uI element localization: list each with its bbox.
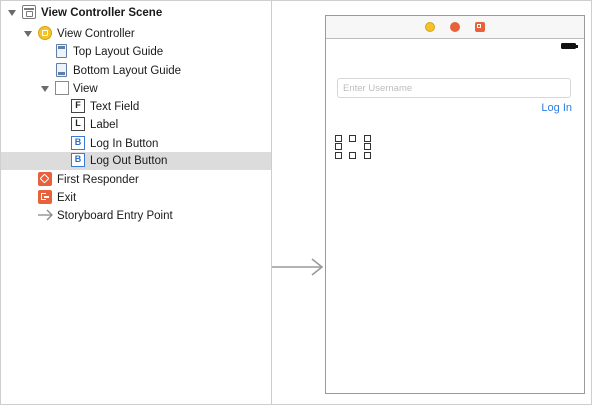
resize-handle[interactable] xyxy=(335,152,342,159)
disclosure-triangle-icon[interactable] xyxy=(24,31,32,37)
outline-item-label: Label xyxy=(90,119,119,131)
first-responder-icon xyxy=(38,172,52,186)
outline-item-label: View Controller xyxy=(57,28,135,40)
outline-row-view-controller[interactable]: View Controller xyxy=(1,25,271,43)
outline-item-label: First Responder xyxy=(57,174,139,186)
view-icon xyxy=(55,81,69,95)
outline-row-exit[interactable]: Exit xyxy=(1,189,271,207)
outline-item-label: Storyboard Entry Point xyxy=(57,210,173,222)
outline-item-label: Text Field xyxy=(90,101,140,113)
outline-item-label: Exit xyxy=(57,192,77,204)
outline-row-log-out-button[interactable]: B Log Out Button xyxy=(1,152,271,170)
storyboard-window: View Controller Scene View Controller To… xyxy=(0,0,592,405)
outline-item-label: Top Layout Guide xyxy=(73,46,164,58)
disclosure-triangle-icon[interactable] xyxy=(8,10,16,16)
label-icon: L xyxy=(71,117,85,131)
resize-handle[interactable] xyxy=(349,152,356,159)
exit-icon xyxy=(38,190,52,204)
log-out-button[interactable] xyxy=(335,135,371,159)
outline-row-view[interactable]: View xyxy=(1,80,271,98)
entry-arrow-icon xyxy=(38,209,53,221)
document-outline: View Controller Scene View Controller To… xyxy=(1,1,272,404)
button-icon: B xyxy=(71,136,85,150)
outline-row-log-in-button[interactable]: B Log In Button xyxy=(1,135,271,153)
outline-item-label: View xyxy=(73,83,98,95)
battery-icon xyxy=(561,43,578,49)
button-icon: B xyxy=(71,153,85,167)
outline-row-text-field[interactable]: F Text Field xyxy=(1,98,271,116)
storyboard-canvas[interactable]: Log In xyxy=(272,1,591,404)
outline-row-label[interactable]: L Label xyxy=(1,116,271,134)
resize-handle[interactable] xyxy=(335,135,342,142)
view-controller-icon[interactable] xyxy=(425,22,435,32)
resize-handle[interactable] xyxy=(364,143,371,150)
resize-handle[interactable] xyxy=(364,135,371,142)
exit-icon[interactable] xyxy=(475,22,485,32)
outline-row-storyboard-entry-point[interactable]: Storyboard Entry Point xyxy=(1,207,271,225)
resize-handle[interactable] xyxy=(349,135,356,142)
disclosure-triangle-icon[interactable] xyxy=(41,86,49,92)
layout-guide-icon xyxy=(56,63,67,77)
view-controller-icon xyxy=(38,26,52,40)
outline-row-first-responder[interactable]: First Responder xyxy=(1,171,271,189)
outline-item-label: Log Out Button xyxy=(90,155,168,167)
outline-item-label: Log In Button xyxy=(90,138,159,150)
first-responder-icon[interactable] xyxy=(450,22,460,32)
outline-row-scene[interactable]: View Controller Scene xyxy=(1,4,271,22)
scene-icon xyxy=(22,5,36,19)
log-in-button[interactable]: Log In xyxy=(541,102,572,114)
username-field[interactable] xyxy=(337,78,571,98)
scene-title: View Controller Scene xyxy=(41,7,163,19)
outline-row-bottom-layout-guide[interactable]: Bottom Layout Guide xyxy=(1,62,271,80)
outline-row-top-layout-guide[interactable]: Top Layout Guide xyxy=(1,43,271,61)
storyboard-entry-arrow-icon[interactable] xyxy=(272,257,326,277)
resize-handle[interactable] xyxy=(335,143,342,150)
text-field-icon: F xyxy=(71,99,85,113)
outline-item-label: Bottom Layout Guide xyxy=(73,65,182,77)
scene-dock xyxy=(326,16,584,39)
layout-guide-icon xyxy=(56,44,67,58)
view-controller-scene[interactable]: Log In xyxy=(325,15,585,394)
resize-handle[interactable] xyxy=(364,152,371,159)
